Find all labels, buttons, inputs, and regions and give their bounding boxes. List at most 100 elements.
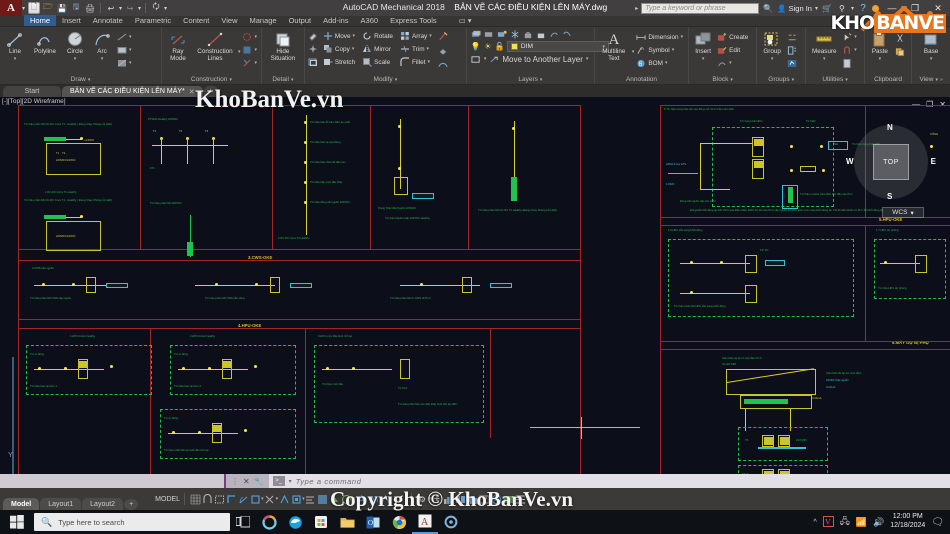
layout-tab-layout1[interactable]: Layout1 <box>40 498 82 510</box>
task-view-icon[interactable] <box>230 510 256 534</box>
detail-panel-caret-icon[interactable]: ▾ <box>291 77 294 83</box>
utilities-measure-button[interactable]: Measure ▾ <box>808 29 840 62</box>
modify-move-caret-icon[interactable]: ▾ <box>353 33 356 39</box>
otrack-icon[interactable] <box>264 493 276 505</box>
ribbon-tab-parametric[interactable]: Parametric <box>129 15 177 26</box>
block-panel-caret-icon[interactable]: ▾ <box>730 77 733 83</box>
saveas-icon[interactable]: 🖫 <box>70 2 82 14</box>
ribbon-tab-express-tools[interactable]: Express Tools <box>384 15 443 26</box>
lineweight-icon[interactable] <box>290 493 302 505</box>
osnap-icon[interactable] <box>249 493 261 505</box>
modify-offset-button[interactable] <box>307 56 319 68</box>
layer-state-caret-icon[interactable]: ▾ <box>484 56 487 62</box>
ribbon-panel-draw-title[interactable]: Draw ▾ <box>2 75 159 84</box>
viewcube-west-label[interactable]: W <box>846 157 854 166</box>
viewcube-north-label[interactable]: N <box>887 123 893 132</box>
draw-hatch-caret-icon[interactable]: ▾ <box>129 60 132 66</box>
layer-lock-icon[interactable] <box>523 29 533 39</box>
modify-fillet-caret-icon[interactable]: ▾ <box>427 59 430 65</box>
modify-fillet-button[interactable]: Fillet ▾ <box>399 56 433 68</box>
search-input[interactable]: Type a keyword or phrase <box>641 2 760 14</box>
draw-rectangle-button[interactable]: ▾ <box>116 44 133 56</box>
redo-icon[interactable]: ↪ <box>124 2 136 14</box>
taskbar-clock[interactable]: 12:00 PM 12/18/2024 <box>890 513 925 530</box>
modify-3d-button[interactable] <box>437 44 449 56</box>
notification-icon[interactable]: 🗨 <box>931 517 944 528</box>
groups-ungroup-button[interactable] <box>786 31 798 43</box>
ribbon-tab-addins[interactable]: Add-ins <box>317 15 354 26</box>
open-icon[interactable]: 🗁 <box>42 2 54 14</box>
autocad-icon[interactable]: A <box>412 510 438 534</box>
view-base-button[interactable]: Base ▾ <box>916 29 946 62</box>
utilities-calculator-button[interactable] <box>841 57 858 69</box>
command-settings-icon[interactable]: 🔧 <box>254 477 264 486</box>
polar-tracking-icon[interactable] <box>237 493 249 505</box>
viewcube[interactable]: TOP N S W E <box>846 123 936 201</box>
redo-caret-icon[interactable]: ▾ <box>138 5 141 12</box>
transparency-icon[interactable] <box>305 493 317 505</box>
groups-group-caret-icon[interactable]: ▾ <box>771 56 774 62</box>
construction-polygon-button[interactable]: ▾ <box>241 44 258 56</box>
modify-mirror-button[interactable]: Mirror <box>361 43 394 55</box>
infer-constraints-icon[interactable] <box>213 493 225 505</box>
layer-thaw-icon[interactable]: ☀ <box>483 42 493 52</box>
autoscale-icon[interactable] <box>367 493 379 505</box>
layout-tab-model[interactable]: Model <box>3 498 40 510</box>
ribbon-tab-insert[interactable]: Insert <box>56 15 87 26</box>
view-panel-caret-icon[interactable]: ▾ <box>935 77 938 83</box>
layer-properties-icon[interactable] <box>471 29 481 39</box>
taskbar-search-input[interactable]: 🔍 Type here to search <box>34 513 230 531</box>
grid-icon[interactable] <box>189 493 201 505</box>
layer-dropdown[interactable]: DIM ▾ <box>506 41 609 52</box>
graphics-performance-icon[interactable] <box>467 493 479 505</box>
ribbon-panel-view-title[interactable]: View ▾» <box>914 75 948 84</box>
ucs-selector[interactable]: WCS ▾ <box>882 207 924 218</box>
construction-polygon-caret-icon[interactable]: ▾ <box>254 47 257 53</box>
construction-lines-caret-icon[interactable]: ▾ <box>238 49 241 55</box>
modify-surface-button[interactable] <box>437 58 449 70</box>
layer-freeze-icon[interactable] <box>510 29 520 39</box>
annotation-dimension-button[interactable]: Dimension ▾ <box>635 31 684 43</box>
document-tab-drawing[interactable]: BẢN VẼ CÁC ĐIỀU KIỆN LÊN MÁY* ✕ <box>62 86 203 97</box>
drawing-canvas[interactable]: [-][Top][2D Wireframe] — ❐ ✕ 3.CWS-OKE 4… <box>0 97 950 474</box>
ribbon-panel-block-title[interactable]: Block ▾ <box>691 75 754 84</box>
draw-panel-caret-icon[interactable]: ▾ <box>88 77 91 83</box>
groups-selection-button[interactable] <box>786 57 798 69</box>
layer-isolate-icon[interactable] <box>484 29 494 39</box>
close-button[interactable]: ✕ <box>928 0 948 16</box>
ribbon-tab-annotate[interactable]: Annotate <box>87 15 129 26</box>
command-close-icon[interactable]: ✕ <box>243 477 250 486</box>
modify-erase-button[interactable] <box>307 30 319 42</box>
ribbon-panel-clipboard-title[interactable]: Clipboard <box>867 75 909 84</box>
draw-line-caret-icon[interactable]: ▾ <box>14 56 17 62</box>
utilities-panel-caret-icon[interactable]: ▾ <box>845 77 848 83</box>
construction-lines-button[interactable]: Construction Lines <box>193 29 237 62</box>
minimize-button[interactable]: — <box>882 0 902 16</box>
draw-polyline-button[interactable]: Polyline <box>29 29 61 56</box>
ribbon-tab-output[interactable]: Output <box>283 15 318 26</box>
annotation-scale-caret-icon[interactable]: ▾ <box>405 496 408 502</box>
groups-edit-button[interactable] <box>786 44 798 56</box>
network-tray-icon[interactable]: 📶 <box>856 517 867 528</box>
annotation-scale-label[interactable]: 1:1 <box>393 496 403 503</box>
search-submit-icon[interactable]: 🔍 <box>762 2 774 14</box>
annotation-bom-caret-icon[interactable]: ▾ <box>665 60 668 66</box>
construction-circle-caret-icon[interactable]: ▾ <box>254 34 257 40</box>
ribbon-tab-view[interactable]: View <box>215 15 243 26</box>
utilities-measure-caret-icon[interactable]: ▾ <box>823 56 826 62</box>
command-history-caret-icon[interactable]: ▾ <box>289 478 292 485</box>
store-icon[interactable] <box>308 510 334 534</box>
document-tab-close-icon[interactable]: ✕ <box>189 88 195 96</box>
groups-panel-caret-icon[interactable]: ▾ <box>792 77 795 83</box>
windows-start-icon[interactable] <box>0 510 34 534</box>
annotation-scale-lock-icon[interactable] <box>379 493 391 505</box>
block-insert-caret-icon[interactable]: ▾ <box>702 56 705 62</box>
layers-panel-caret-icon[interactable]: ▾ <box>540 77 543 83</box>
block-attributes-caret-icon[interactable]: ▾ <box>729 60 732 66</box>
annotation-dimension-caret-icon[interactable]: ▾ <box>681 34 684 40</box>
ribbon-tab-content[interactable]: Content <box>177 15 215 26</box>
block-create-button[interactable]: Create <box>716 31 749 43</box>
draw-line-style-caret-icon[interactable]: ▾ <box>129 34 132 40</box>
edge-icon[interactable] <box>282 510 308 534</box>
draw-circle-caret-icon[interactable]: ▾ <box>74 56 77 62</box>
